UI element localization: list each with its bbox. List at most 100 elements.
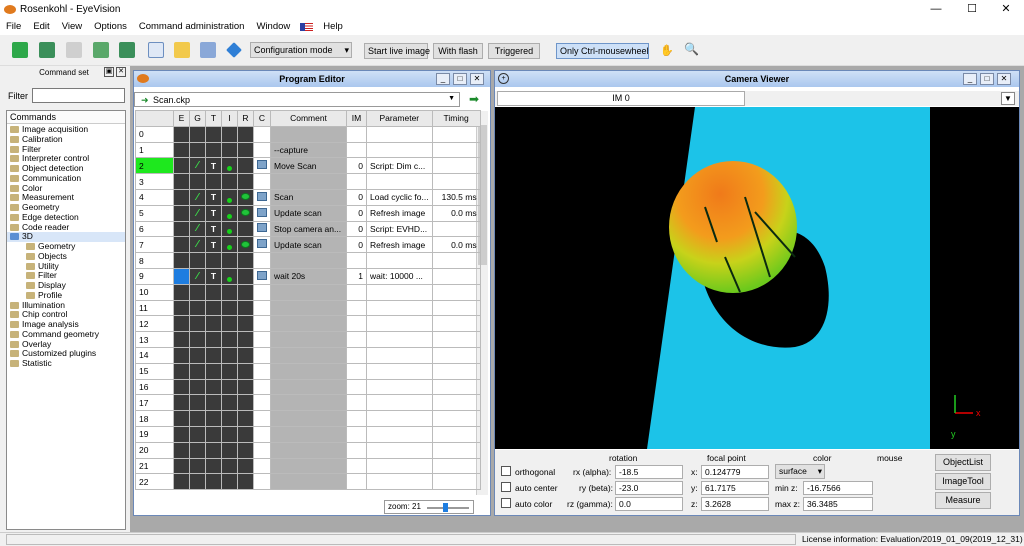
cell-parameter[interactable] (366, 441, 433, 459)
triggered-button[interactable]: Triggered (488, 43, 540, 59)
cell-c[interactable] (253, 283, 271, 301)
cell-e[interactable] (173, 220, 190, 238)
cell-t[interactable] (205, 173, 222, 190)
table-row[interactable]: 20 (135, 441, 481, 459)
cell-t[interactable]: T (205, 220, 222, 238)
cell-g[interactable]: ⁄ (189, 267, 206, 285)
table-row[interactable]: 19 (135, 425, 481, 443)
download-icon[interactable] (39, 42, 55, 58)
orthogonal-checkbox[interactable] (501, 466, 511, 476)
col-c-header[interactable]: C (253, 110, 271, 127)
cell-im[interactable] (346, 125, 367, 143)
cell-comment[interactable] (270, 473, 347, 491)
cell-r[interactable] (237, 252, 254, 269)
cell-e[interactable] (173, 346, 190, 364)
cell-c[interactable] (253, 473, 271, 491)
table-row[interactable]: 17 (135, 394, 481, 412)
cell-t[interactable] (205, 410, 222, 427)
row-number[interactable]: 16 (135, 378, 174, 396)
cell-g[interactable]: ⁄ (189, 204, 206, 222)
cell-t[interactable] (205, 394, 222, 412)
cell-timing[interactable] (431, 410, 481, 427)
cell-im[interactable]: 0 (346, 204, 367, 222)
zoom-slider-handle[interactable] (443, 503, 448, 512)
table-row[interactable]: 3 (135, 173, 481, 190)
cell-parameter[interactable] (366, 331, 433, 348)
auto-center-checkbox[interactable] (501, 482, 511, 492)
with-flash-button[interactable]: With flash (433, 43, 483, 59)
cell-r[interactable] (237, 473, 254, 491)
cell-r[interactable] (237, 157, 254, 175)
row-number[interactable]: 4 (135, 188, 174, 206)
cell-comment[interactable] (270, 346, 347, 364)
cell-g[interactable]: ⁄ (189, 157, 206, 175)
cell-comment[interactable] (270, 283, 347, 301)
cell-i[interactable] (221, 236, 238, 254)
cell-r[interactable] (237, 299, 254, 317)
cell-g[interactable] (189, 141, 206, 159)
cell-e[interactable] (173, 188, 190, 206)
cell-i[interactable] (221, 173, 238, 190)
cell-timing[interactable] (431, 425, 481, 443)
cell-g[interactable] (189, 173, 206, 190)
cell-r[interactable] (237, 441, 254, 459)
cell-i[interactable] (221, 188, 238, 206)
cell-comment[interactable] (270, 457, 347, 475)
cell-c[interactable] (253, 331, 271, 348)
cell-im[interactable]: 0 (346, 157, 367, 175)
cell-r[interactable] (237, 457, 254, 475)
cell-r[interactable] (237, 220, 254, 238)
cell-i[interactable] (221, 141, 238, 159)
cell-e[interactable] (173, 252, 190, 269)
cell-parameter[interactable] (366, 410, 433, 427)
start-live-image-button[interactable]: Start live image (364, 43, 430, 59)
row-number[interactable]: 11 (135, 299, 174, 317)
table-row[interactable]: 18 (135, 410, 481, 427)
cell-r[interactable] (237, 236, 254, 254)
cell-r[interactable] (237, 141, 254, 159)
cell-im[interactable] (346, 362, 367, 380)
col-e-header[interactable]: E (173, 110, 190, 127)
cell-comment[interactable] (270, 394, 347, 412)
row-number[interactable]: 3 (135, 173, 174, 190)
cell-timing[interactable]: 0.0 ms (431, 204, 481, 222)
cell-c[interactable] (253, 173, 271, 190)
zoom-slider[interactable] (427, 507, 469, 509)
maximize-button[interactable]: ☐ (954, 0, 990, 18)
cell-c[interactable] (253, 204, 271, 222)
cell-im[interactable] (346, 441, 367, 459)
run-icon[interactable]: ➡ (469, 92, 479, 106)
row-number[interactable]: 13 (135, 331, 174, 348)
cell-i[interactable] (221, 299, 238, 317)
col-r-header[interactable]: R (237, 110, 254, 127)
cell-timing[interactable] (431, 331, 481, 348)
cell-parameter[interactable] (366, 346, 433, 364)
cell-t[interactable] (205, 346, 222, 364)
cell-comment[interactable]: Scan (270, 188, 347, 206)
row-number[interactable]: 8 (135, 252, 174, 269)
flag-icon[interactable] (300, 22, 314, 31)
new-file-icon[interactable] (148, 42, 164, 58)
cell-c[interactable] (253, 141, 271, 159)
cell-r[interactable] (237, 125, 254, 143)
cell-comment[interactable] (270, 125, 347, 143)
insert-icon[interactable] (93, 42, 109, 58)
cell-c[interactable] (253, 220, 271, 238)
cell-timing[interactable] (431, 141, 481, 159)
row-number[interactable]: 7 (135, 236, 174, 254)
cell-parameter[interactable] (366, 315, 433, 333)
load-icon[interactable] (12, 42, 28, 58)
menu-edit[interactable]: Edit (27, 21, 55, 32)
cell-parameter[interactable]: Script: Dim c... (366, 157, 433, 175)
table-row[interactable]: 6 ⁄ T Stop camera an... 0 Script: EVHD... (135, 220, 481, 238)
cell-i[interactable] (221, 315, 238, 333)
cell-im[interactable] (346, 315, 367, 333)
cell-comment[interactable] (270, 173, 347, 190)
cell-parameter[interactable]: Load cyclic fo... (366, 188, 433, 206)
cell-t[interactable] (205, 378, 222, 396)
cell-i[interactable] (221, 157, 238, 175)
table-row[interactable]: 16 (135, 378, 481, 396)
table-row[interactable]: 12 (135, 315, 481, 333)
menu-command-administration[interactable]: Command administration (133, 21, 251, 32)
cell-g[interactable] (189, 299, 206, 317)
